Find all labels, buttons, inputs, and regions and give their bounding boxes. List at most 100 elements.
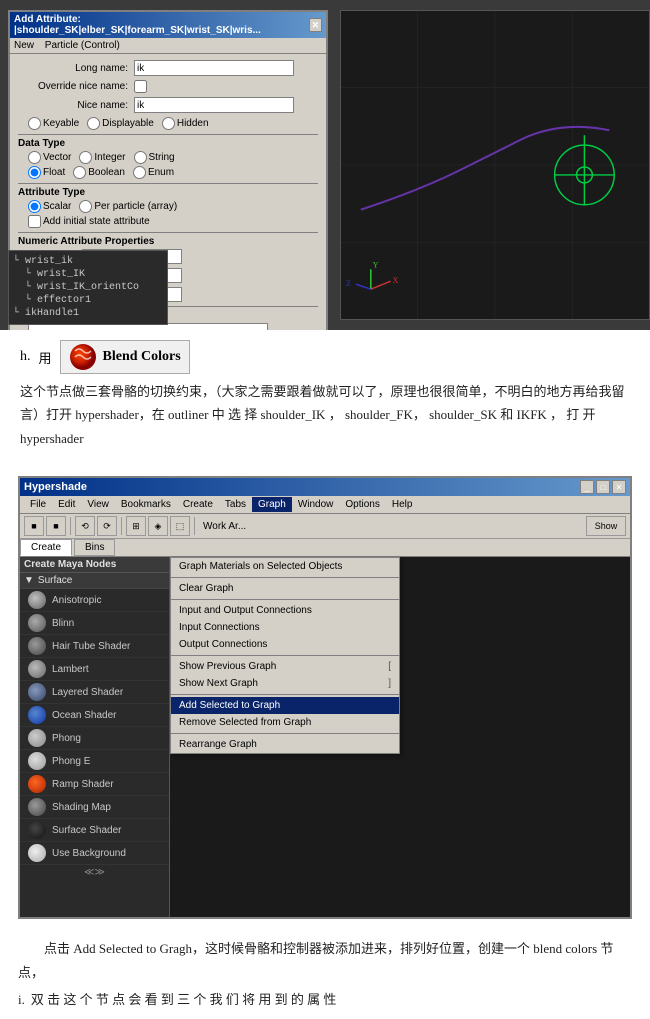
menu-options[interactable]: Options xyxy=(339,497,385,512)
node-phong-e[interactable]: Phong E xyxy=(20,750,169,773)
minimize-button[interactable]: _ xyxy=(580,480,594,494)
nice-name-label: Nice name: xyxy=(18,100,128,111)
boolean-radio[interactable] xyxy=(73,166,86,179)
add-selected-to-graph-item[interactable]: Add Selected to Graph xyxy=(171,697,399,714)
node-blinn[interactable]: Blinn xyxy=(20,612,169,635)
toolbar-sep-1 xyxy=(70,517,71,535)
dropdown-sep-2 xyxy=(171,599,399,600)
toolbar-btn-forward[interactable]: ⟳ xyxy=(97,516,117,536)
remove-selected-item[interactable]: Remove Selected from Graph xyxy=(171,714,399,731)
hypershade-titlebar: Hypershade _ □ ✕ xyxy=(20,478,630,496)
menu-file[interactable]: File xyxy=(24,497,52,512)
blinn-ball xyxy=(28,614,46,632)
vector-radio[interactable] xyxy=(28,151,41,164)
clear-graph-item[interactable]: Clear Graph xyxy=(171,580,399,597)
node-shading-map[interactable]: Shading Map xyxy=(20,796,169,819)
phong-e-label: Phong E xyxy=(52,756,90,767)
toolbar-btn-back[interactable]: ⟲ xyxy=(75,516,95,536)
node-anisotropic[interactable]: Anisotropic xyxy=(20,589,169,612)
add-initial-checkbox[interactable] xyxy=(28,215,41,228)
show-button[interactable]: Show xyxy=(586,516,626,536)
svg-text:Y: Y xyxy=(373,260,379,269)
node-ocean-shader[interactable]: Ocean Shader xyxy=(20,704,169,727)
node-use-background[interactable]: Use Background xyxy=(20,842,169,865)
menu-help[interactable]: Help xyxy=(386,497,419,512)
keyable-radio[interactable] xyxy=(28,117,41,130)
show-next-graph-item[interactable]: Show Next Graph ] xyxy=(171,675,399,692)
vector-radio-label: Vector xyxy=(28,151,71,164)
node-surface-shader[interactable]: Surface Shader xyxy=(20,819,169,842)
layered-shader-ball xyxy=(28,683,46,701)
hypershade-window[interactable]: Hypershade _ □ ✕ File Edit View Bookmark… xyxy=(18,476,632,919)
scalar-radio[interactable] xyxy=(28,200,41,213)
menu-edit[interactable]: Edit xyxy=(52,497,81,512)
output-connections-item[interactable]: Output Connections xyxy=(171,636,399,653)
anisotropic-label: Anisotropic xyxy=(52,595,101,606)
integer-radio-label: Integer xyxy=(79,151,125,164)
dialog-close-button[interactable]: ✕ xyxy=(309,18,322,32)
maximize-button[interactable]: □ xyxy=(596,480,610,494)
menu-bookmarks[interactable]: Bookmarks xyxy=(115,497,177,512)
displayable-radio[interactable] xyxy=(87,117,100,130)
long-name-input[interactable] xyxy=(134,60,294,76)
blend-colors-button[interactable]: Blend Colors xyxy=(60,340,190,374)
outliner-item-wrist-IK[interactable]: └ wrist_IK xyxy=(13,268,163,281)
integer-radio[interactable] xyxy=(79,151,92,164)
toolbar-btn-fit[interactable]: ◈ xyxy=(148,516,168,536)
dialog-menu-new[interactable]: New xyxy=(14,40,34,51)
close-button[interactable]: ✕ xyxy=(612,480,626,494)
float-radio[interactable] xyxy=(28,166,41,179)
toolbar-btn-grid[interactable]: ⊞ xyxy=(126,516,146,536)
blinn-label: Blinn xyxy=(52,618,74,629)
dropdown-sep-5 xyxy=(171,733,399,734)
menu-view[interactable]: View xyxy=(81,497,115,512)
hidden-radio[interactable] xyxy=(162,117,175,130)
outliner-item-wrist-ik[interactable]: └ wrist_ik xyxy=(13,255,163,268)
shading-map-label: Shading Map xyxy=(52,802,111,813)
toolbar-btn-view[interactable]: ⬚ xyxy=(170,516,190,536)
show-prev-graph-item[interactable]: Show Previous Graph [ xyxy=(171,658,399,675)
outliner-item-orientco[interactable]: └ wrist_IK_orientCo xyxy=(13,281,163,294)
dialog-menu-particle[interactable]: Particle (Control) xyxy=(45,40,120,51)
blend-colors-icon xyxy=(69,343,97,371)
menu-tabs[interactable]: Tabs xyxy=(219,497,252,512)
node-hair-tube[interactable]: Hair Tube Shader xyxy=(20,635,169,658)
outliner-item-ikhandle[interactable]: └ ikHandle1 xyxy=(13,307,163,320)
nice-name-input[interactable] xyxy=(134,97,294,113)
ramp-shader-ball xyxy=(28,775,46,793)
keyable-radio-label: Keyable xyxy=(28,117,79,130)
toolbar-btn-2[interactable]: ■ xyxy=(46,516,66,536)
rearrange-graph-item[interactable]: Rearrange Graph xyxy=(171,736,399,753)
node-ramp-shader[interactable]: Ramp Shader xyxy=(20,773,169,796)
attr-type-section: Attribute Type xyxy=(18,183,318,198)
create-nodes-header: Create Maya Nodes xyxy=(20,557,169,573)
node-lambert[interactable]: Lambert xyxy=(20,658,169,681)
surface-section-header: ▼ Surface xyxy=(20,573,169,589)
outliner-item-effector[interactable]: └ effector1 xyxy=(13,294,163,307)
phong-ball xyxy=(28,729,46,747)
add-initial-checkbox-label: Add initial state attribute xyxy=(28,215,150,228)
menu-window[interactable]: Window xyxy=(292,497,340,512)
enum-radio-label: Enum xyxy=(133,166,174,179)
graph-materials-item[interactable]: Graph Materials on Selected Objects xyxy=(171,558,399,575)
string-radio[interactable] xyxy=(134,151,147,164)
dropdown-sep-4 xyxy=(171,694,399,695)
input-output-item[interactable]: Input and Output Connections xyxy=(171,602,399,619)
enum-radio[interactable] xyxy=(133,166,146,179)
graph-dropdown-menu[interactable]: Graph Materials on Selected Objects Clea… xyxy=(170,557,400,754)
node-phong[interactable]: Phong xyxy=(20,727,169,750)
numeric-props-section: Numeric Attribute Properties xyxy=(18,232,318,247)
dialog-titlebar: Add Attribute: |shoulder_SK|elber_SK|for… xyxy=(10,12,326,38)
toolbar-btn-1[interactable]: ■ xyxy=(24,516,44,536)
input-connections-item[interactable]: Input Connections xyxy=(171,619,399,636)
tab-bins[interactable]: Bins xyxy=(74,539,115,556)
menu-graph[interactable]: Graph xyxy=(252,497,292,512)
outliner-panel: └ wrist_ik └ wrist_IK └ wrist_IK_orientC… xyxy=(8,250,168,325)
node-layered-shader[interactable]: Layered Shader xyxy=(20,681,169,704)
per-particle-radio[interactable] xyxy=(79,200,92,213)
step-i-text: 双 击 这 个 节 点 会 看 到 三 个 我 们 将 用 到 的 属 性 xyxy=(31,988,337,1011)
override-checkbox[interactable] xyxy=(134,80,147,93)
menu-create[interactable]: Create xyxy=(177,497,219,512)
tab-create[interactable]: Create xyxy=(20,539,72,556)
boolean-radio-label: Boolean xyxy=(73,166,125,179)
